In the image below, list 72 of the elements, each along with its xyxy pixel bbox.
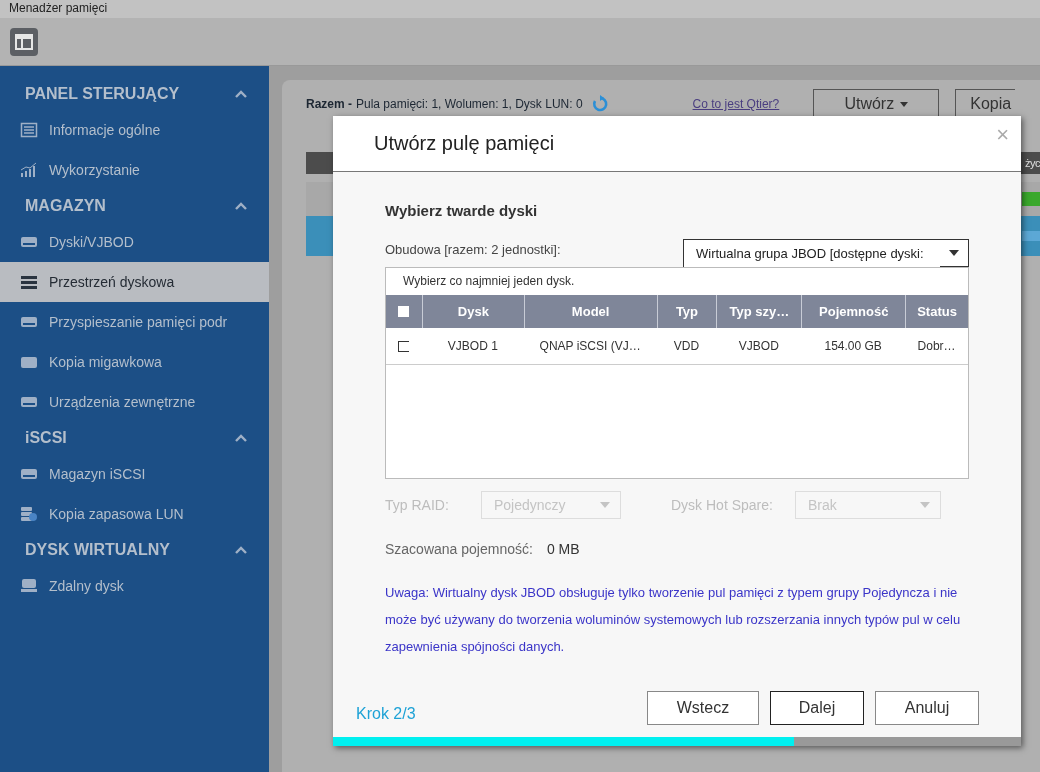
note-text: Uwaga: Wirtualny dysk JBOD obsługuje tylko tworzenie pul pamięci z typem grupy Pojedyncza i nie może być używany do tworzenia woluminów systemowych lub rozszerzania innych typów pul w celu zapewnienia spójności danych. [385,584,962,656]
usage-bar [1022,192,1040,206]
caret-icon [600,502,610,508]
hot-spare-label: Dysk Hot Spare: [671,497,773,513]
select-all-checkbox[interactable] [398,306,410,317]
section-title: iSCSI [25,429,67,447]
caret-icon [900,101,909,107]
collapse-icon[interactable] [235,546,247,554]
drive-icon [20,234,38,250]
drive-icon [20,314,38,330]
table-cell-text: VJBOD [737,338,780,355]
layout-icon [15,33,33,50]
window-title: Menadżer pamięci [9,1,108,15]
sidebar-item[interactable]: Urządzenia zewnętrzne [0,382,269,422]
sidebar-toggle-button[interactable] [10,27,38,56]
drive-icon [20,354,38,370]
summary-label: Razem - [306,97,352,111]
dialog-button[interactable]: Dalej [770,691,864,725]
caret-icon [949,250,959,256]
sidebar-item[interactable]: Zdalny dysk [0,566,269,606]
row-checkbox[interactable] [398,340,410,352]
dialog-title: Utwórz pulę pamięci [374,132,555,155]
column-header: życ [1025,157,1040,169]
capacity-value: 0 MB [546,541,580,557]
collapse-icon[interactable] [235,90,247,98]
sidebar-item[interactable]: Wykorzystanie [0,150,269,190]
caret-icon [919,502,930,508]
backup-button[interactable]: Kopia [955,89,1016,119]
column-header[interactable]: Typ szy… [716,295,802,328]
section-title: MAGAZYN [25,197,106,215]
section-title: DYSK WIRTUALNY [25,541,170,559]
database-icon [20,506,38,522]
sidebar-item[interactable]: Kopia zapasowa LUN [0,494,269,534]
step-indicator: Krok 2/3 [356,705,416,724]
table-cell-text: VDD [672,338,701,355]
column-header[interactable]: Model [523,295,657,328]
collapse-icon[interactable] [235,202,247,210]
sidebar-item[interactable]: Kopia migawkowa [0,342,269,382]
drive-icon [20,466,38,482]
enclosure-dropdown[interactable]: Wirtualna grupa JBOD [dostępne dyski: [683,239,969,267]
qtier-link[interactable]: Co to jest Qtier? [692,97,780,111]
bar-chart-icon [20,162,38,178]
sidebar-item[interactable]: Informacje ogólne [0,110,269,150]
table-cell-text: VJBOD 1 [446,338,499,355]
capacity-label: Szacowana pojemność: [385,541,533,557]
close-button[interactable]: × [996,122,1009,148]
sidebar-item[interactable]: Dyski/VJBOD [0,222,269,262]
list-icon [20,122,38,138]
table-cell-text: Dobr… [916,338,957,355]
create-button[interactable]: Utwórz [813,89,940,119]
sidebar-item[interactable]: Magazyn iSCSI [0,454,269,494]
stack-icon [20,274,38,290]
sidebar-item[interactable]: Przestrzeń dyskowa [0,262,269,302]
column-header[interactable]: Pojemność [801,295,906,328]
column-header[interactable]: Typ [656,295,717,328]
dialog-button[interactable]: Anuluj [875,691,979,725]
section-title: PANEL STERUJĄCY [25,85,180,103]
collapse-icon[interactable] [235,434,247,442]
dialog-button[interactable]: Wstecz [647,691,759,725]
monitor-icon [20,578,38,594]
enclosure-label: Obudowa [razem: 2 jednostki]: [385,242,561,259]
section-heading: Wybierz twarde dyski [385,202,539,219]
drive-icon [20,394,38,410]
usage-bar [1022,231,1040,241]
column-header[interactable]: Status [905,295,968,328]
table-cell-text: 154.00 GB [823,338,883,355]
raid-type-label: Typ RAID: [385,497,450,513]
table-hint: Wybierz co najmniej jeden dysk. [402,273,576,290]
column-header[interactable]: Dysk [421,295,524,328]
summary-text: Pula pamięci: 1, Wolumen: 1, Dysk LUN: 0 [356,97,583,111]
table-cell-text: QNAP iSCSI (VJ… [538,338,642,355]
sidebar-item[interactable]: Przyspieszanie pamięci podr [0,302,269,342]
